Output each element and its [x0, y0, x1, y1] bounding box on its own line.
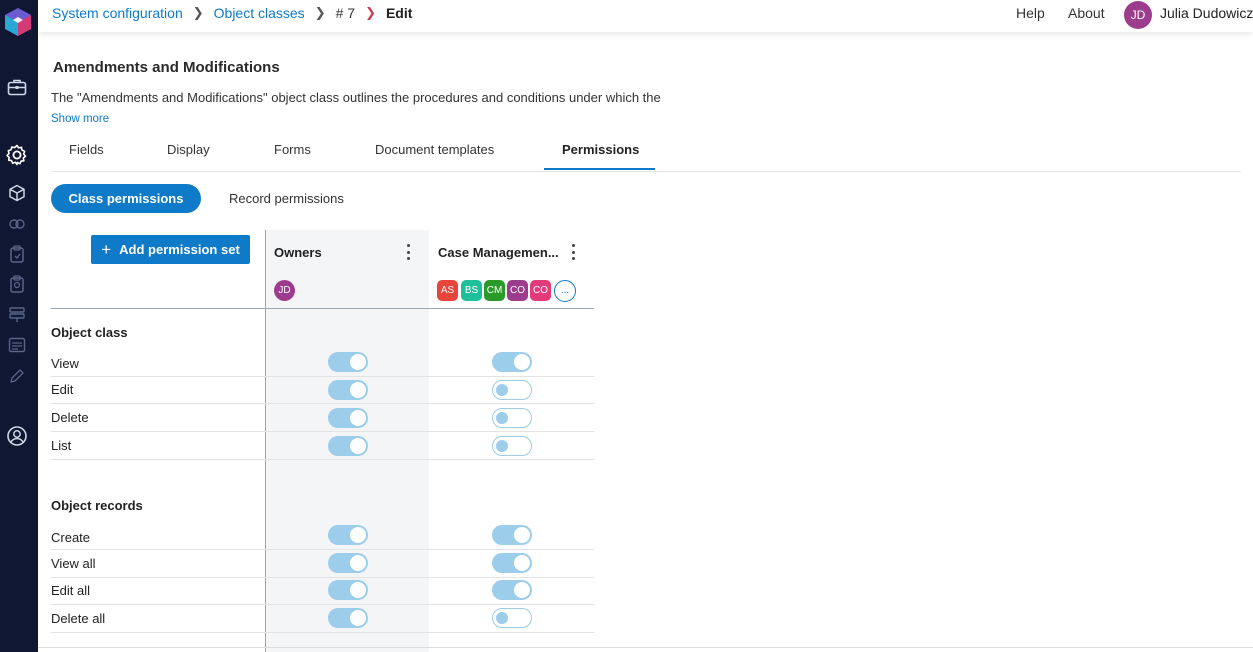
row-divider [51, 549, 594, 550]
user-avatar[interactable]: JD [1124, 1, 1152, 29]
chevron-right-icon: ❯ [365, 5, 376, 20]
app-logo-icon[interactable] [4, 7, 32, 37]
class-permissions-tab[interactable]: Class permissions [51, 184, 201, 213]
row-label-delete: Delete [51, 410, 89, 425]
tab-display[interactable]: Display [167, 142, 210, 157]
toggle-owners-delete[interactable] [328, 408, 368, 428]
settings-gear-icon[interactable] [5, 143, 29, 167]
plus-icon: + [101, 240, 112, 259]
avatar[interactable]: JD [274, 280, 295, 301]
breadcrumb-record-id[interactable]: # 7 [336, 5, 355, 21]
section-object-class: Object class [51, 325, 128, 340]
breadcrumb-object-classes[interactable]: Object classes [214, 5, 305, 21]
row-label-list: List [51, 438, 72, 453]
user-menu[interactable]: Julia Dudowicz ▼ [1160, 5, 1253, 21]
row-divider [51, 403, 594, 404]
more-members-button[interactable]: ... [554, 280, 576, 302]
row-divider [51, 632, 594, 633]
column-header-case-management: Case Managemen... [438, 245, 559, 260]
page-bottom-border [38, 647, 1253, 648]
row-divider [51, 577, 594, 578]
breadcrumb: System configuration ❯ Object classes ❯ … [52, 5, 412, 21]
tab-fields[interactable]: Fields [69, 142, 104, 157]
toggle-owners-edit[interactable] [328, 380, 368, 400]
toggle-case-management-view[interactable] [492, 352, 532, 372]
user-settings-icon[interactable] [5, 424, 29, 448]
layers-icon[interactable] [7, 305, 27, 325]
toggle-case-management-view-all[interactable] [492, 553, 532, 573]
toggle-case-management-edit[interactable] [492, 380, 532, 400]
user-name: Julia Dudowicz [1160, 5, 1253, 21]
about-link[interactable]: About [1068, 5, 1105, 21]
row-label-delete-all: Delete all [51, 611, 106, 626]
toggle-case-management-list[interactable] [492, 436, 532, 456]
avatar[interactable]: CO [530, 280, 551, 301]
briefcase-icon[interactable] [7, 77, 27, 97]
toggle-owners-delete-all[interactable] [328, 608, 368, 628]
record-permissions-tab[interactable]: Record permissions [229, 191, 344, 206]
avatar[interactable]: AS [437, 280, 458, 301]
row-label-edit: Edit [51, 382, 74, 397]
tab-document-templates[interactable]: Document templates [375, 142, 494, 157]
section-object-records: Object records [51, 498, 143, 513]
avatar[interactable]: CO [507, 280, 528, 301]
chevron-right-icon: ❯ [314, 5, 326, 20]
column-header-owners: Owners [274, 245, 322, 260]
add-permission-set-button[interactable]: + Add permission set [91, 235, 250, 264]
row-label-view-all: View all [51, 556, 96, 571]
row-divider [51, 431, 594, 432]
page-description: The "Amendments and Modifications" objec… [51, 90, 661, 105]
avatar[interactable]: BS [461, 280, 482, 301]
header-divider [51, 308, 594, 309]
add-permission-set-label: Add permission set [119, 242, 240, 257]
column-divider [265, 230, 266, 652]
toggle-case-management-delete-all[interactable] [492, 608, 532, 628]
row-divider [51, 459, 594, 460]
toggle-owners-list[interactable] [328, 436, 368, 456]
owners-more-menu-icon[interactable] [405, 244, 411, 260]
avatar[interactable]: CM [484, 280, 505, 301]
circles-icon[interactable] [7, 214, 27, 234]
tab-permissions[interactable]: Permissions [562, 142, 639, 157]
toggle-owners-edit-all[interactable] [328, 580, 368, 600]
toggle-case-management-delete[interactable] [492, 408, 532, 428]
top-bar: System configuration ❯ Object classes ❯ … [38, 0, 1253, 32]
clipboard-search-icon[interactable] [7, 274, 27, 294]
left-rail [0, 0, 38, 652]
tab-forms[interactable]: Forms [274, 142, 311, 157]
tab-bar: Fields Display Forms Document templates … [51, 134, 1241, 172]
row-divider [51, 604, 594, 605]
help-link[interactable]: Help [1016, 5, 1045, 21]
chevron-right-icon: ❯ [192, 5, 204, 20]
row-divider [51, 376, 594, 377]
case-management-more-menu-icon[interactable] [570, 244, 576, 260]
toggle-case-management-edit-all[interactable] [492, 580, 532, 600]
show-more-link[interactable]: Show more [51, 113, 109, 125]
clipboard-icon[interactable] [7, 244, 27, 264]
page-title: Amendments and Modifications [53, 59, 280, 76]
cube-icon[interactable] [7, 183, 27, 203]
form-icon[interactable] [7, 335, 27, 355]
pen-icon[interactable] [7, 366, 27, 386]
toggle-case-management-create[interactable] [492, 525, 532, 545]
toggle-owners-view[interactable] [328, 352, 368, 372]
row-label-view: View [51, 356, 79, 371]
breadcrumb-system-configuration[interactable]: System configuration [52, 5, 183, 21]
toggle-owners-view-all[interactable] [328, 553, 368, 573]
toggle-owners-create[interactable] [328, 525, 368, 545]
breadcrumb-current: Edit [385, 5, 413, 21]
row-label-create: Create [51, 530, 91, 545]
row-label-edit-all: Edit all [51, 583, 91, 598]
active-tab-indicator [544, 168, 655, 170]
